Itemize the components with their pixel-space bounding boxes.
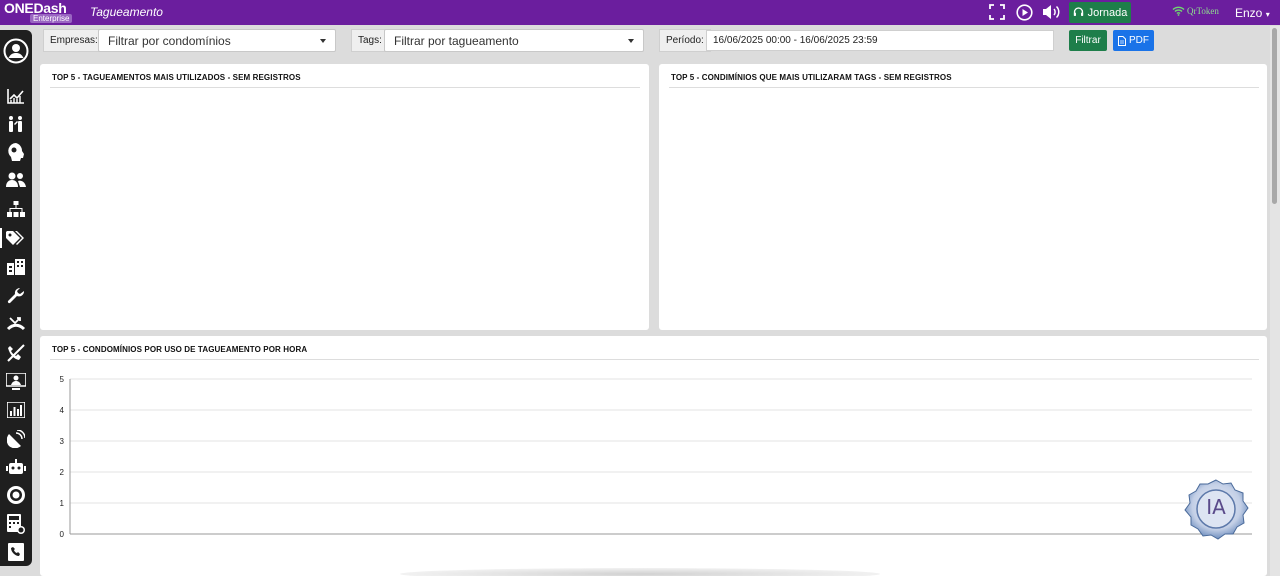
caret-down-icon [628,39,634,43]
globe-icon[interactable] [4,483,28,507]
jornada-label: Jornada [1087,6,1128,19]
hierarchy-icon[interactable] [4,197,28,221]
line-chart-icon[interactable] [4,84,28,108]
periodo-label: Período: [659,29,711,52]
jornada-button[interactable]: Jornada [1069,2,1131,23]
satellite-icon[interactable] [4,427,28,451]
empresas-select-value: Filtrar por condomínios [108,33,231,48]
wifi-icon [1172,6,1185,16]
hourly-usage-chart: 0 1 2 3 4 5 [60,375,1252,539]
periodo-input[interactable]: 16/06/2025 00:00 - 16/06/2025 23:59 [706,30,1054,51]
calculator-icon[interactable] [4,512,28,536]
periodo-value: 16/06/2025 00:00 - 16/06/2025 23:59 [713,35,878,46]
top-tags-title: TOP 5 - TAGUEAMENTOS MAIS UTILIZADOS - S… [52,73,301,82]
no-call-icon[interactable] [4,341,28,365]
qrtoken-status[interactable]: QrToken [1172,6,1219,16]
y-tick-label: 0 [60,530,65,539]
caret-down-icon: ▾ [1265,10,1270,19]
hourly-usage-title: TOP 5 - CONDOMÍNIOS POR USO DE TAGUEAMEN… [52,345,308,354]
caret-down-icon [320,39,326,43]
wrench-icon[interactable] [4,284,28,308]
user-menu[interactable]: Enzo ▾ [1235,6,1270,20]
logo-sub-text: Enterprise [30,14,73,23]
head-icon[interactable] [4,140,28,164]
y-tick-label: 3 [60,437,65,446]
user-name: Enzo [1235,6,1263,20]
y-tick-label: 4 [60,406,65,415]
logo-main-text: ONEDash [4,0,67,16]
pdf-label: PDF [1129,35,1149,46]
presentation-icon[interactable] [4,370,28,394]
tags-select[interactable]: Filtrar por tagueamento [384,29,644,52]
pdf-button[interactable]: PDF [1113,30,1154,51]
ia-badge-label: IA [1206,495,1226,519]
phone-book-icon[interactable] [4,540,28,564]
user-avatar-icon[interactable] [3,38,29,64]
fullscreen-icon[interactable] [988,3,1006,21]
page-scrollbar-thumb[interactable] [1272,28,1277,204]
group-icon[interactable] [4,168,28,192]
filtrar-label: Filtrar [1075,35,1101,46]
empresas-select[interactable]: Filtrar por condomínios [98,29,336,52]
qrtoken-label: QrToken [1187,6,1219,16]
document-icon [1118,35,1126,46]
top-bar: ONEDash Enterprise Tagueamento Jornada Q… [0,0,1280,25]
app-logo[interactable]: ONEDash Enterprise [4,1,76,25]
buildings-icon[interactable] [4,255,28,279]
sidebar [0,30,32,566]
tags-icon[interactable] [0,226,28,250]
page-title: Tagueamento [90,5,163,19]
y-tick-label: 1 [60,499,65,508]
headset-icon [1073,7,1083,16]
panel-divider [50,359,1259,360]
y-tick-label: 2 [60,468,65,477]
top-condominios-panel: TOP 5 - CONDIMÍNIOS QUE MAIS UTILIZARAM … [659,64,1267,330]
tags-select-value: Filtrar por tagueamento [394,33,519,48]
robot-icon[interactable] [4,455,28,479]
empresas-label: Empresas: [43,29,105,52]
filtrar-button[interactable]: Filtrar [1069,30,1107,51]
top-condominios-title: TOP 5 - CONDIMÍNIOS QUE MAIS UTILIZARAM … [671,73,952,82]
missed-call-icon[interactable] [4,312,28,336]
hourly-usage-panel: TOP 5 - CONDOMÍNIOS POR USO DE TAGUEAMEN… [40,336,1267,576]
people-icon[interactable] [4,112,28,136]
y-tick-label: 5 [60,375,65,384]
top-tags-panel: TOP 5 - TAGUEAMENTOS MAIS UTILIZADOS - S… [40,64,649,330]
play-icon[interactable] [1015,3,1033,21]
volume-icon[interactable] [1042,3,1060,21]
bottom-shadow [400,568,880,576]
ia-assistant-button[interactable]: IA [1183,478,1249,540]
bar-chart-icon[interactable] [4,398,28,422]
panel-divider [50,87,640,88]
panel-divider [669,87,1259,88]
